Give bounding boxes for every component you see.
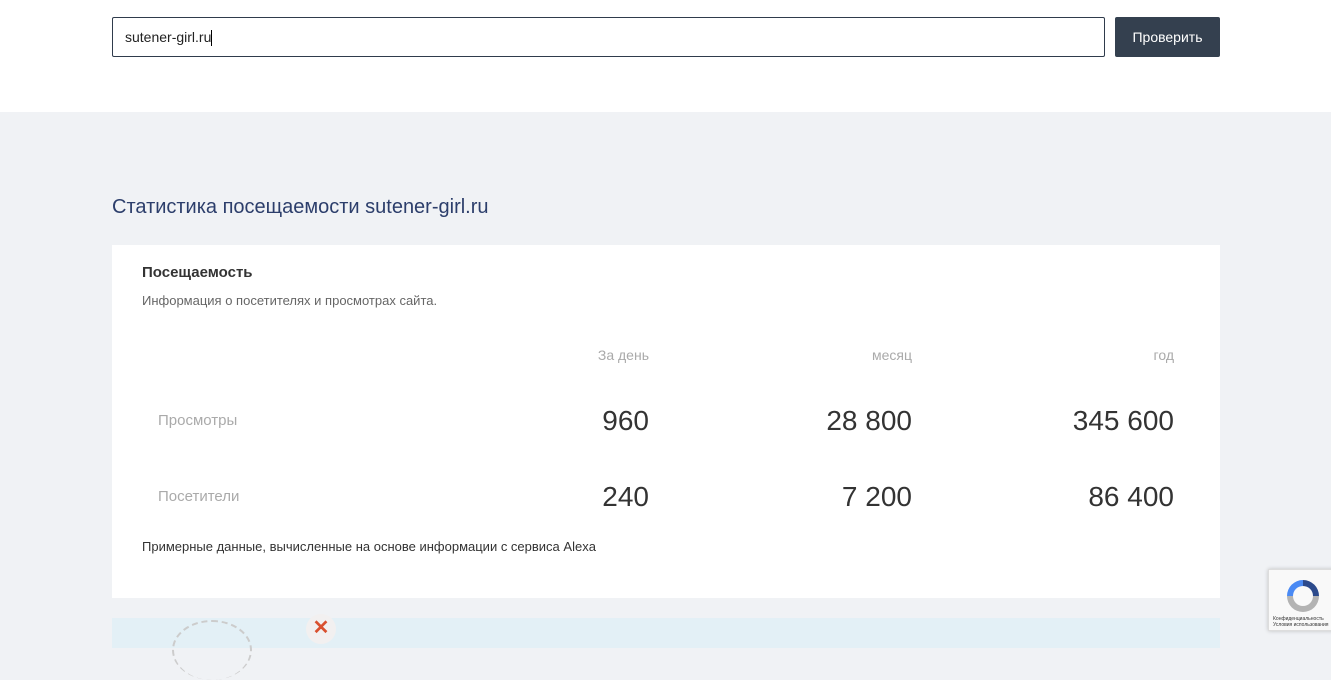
- visitors-day: 240: [602, 481, 649, 512]
- error-x-icon: ✕: [306, 614, 336, 644]
- section-title: Статистика посещаемости sutener-girl.ru: [112, 196, 489, 218]
- header-area: sutener-girl.ru Проверить: [0, 0, 1331, 112]
- dashed-arc-decoration: [172, 620, 252, 680]
- recaptcha-icon: [1287, 580, 1319, 612]
- views-year: 345 600: [1072, 405, 1174, 436]
- views-month: 28 800: [826, 405, 912, 436]
- col-header-year: год: [1153, 347, 1174, 363]
- col-header-month: месяц: [871, 347, 912, 363]
- card-title: Посещаемость: [142, 264, 253, 281]
- traffic-card: Посещаемость Информация о посетителях и …: [112, 245, 1220, 598]
- recaptcha-terms-link[interactable]: Условия использования: [1273, 622, 1329, 628]
- views-day: 960: [602, 405, 649, 436]
- domain-input[interactable]: sutener-girl.ru: [112, 17, 1105, 57]
- domain-input-value: sutener-girl.ru: [125, 29, 212, 45]
- recaptcha-badge[interactable]: Конфиденциальность Условия использования: [1268, 569, 1331, 631]
- visitors-year: 86 400: [1088, 481, 1174, 512]
- visitors-month: 7 200: [841, 481, 912, 512]
- next-section-banner: ✕: [112, 614, 1220, 680]
- row-label-views: Просмотры: [158, 412, 238, 429]
- col-header-day: За день: [597, 347, 649, 363]
- card-subtitle: Информация о посетителях и просмотрах са…: [142, 293, 438, 308]
- check-button[interactable]: Проверить: [1115, 17, 1220, 57]
- row-label-visitors: Посетители: [158, 488, 240, 505]
- data-note: Примерные данные, вычисленные на основе …: [142, 539, 596, 554]
